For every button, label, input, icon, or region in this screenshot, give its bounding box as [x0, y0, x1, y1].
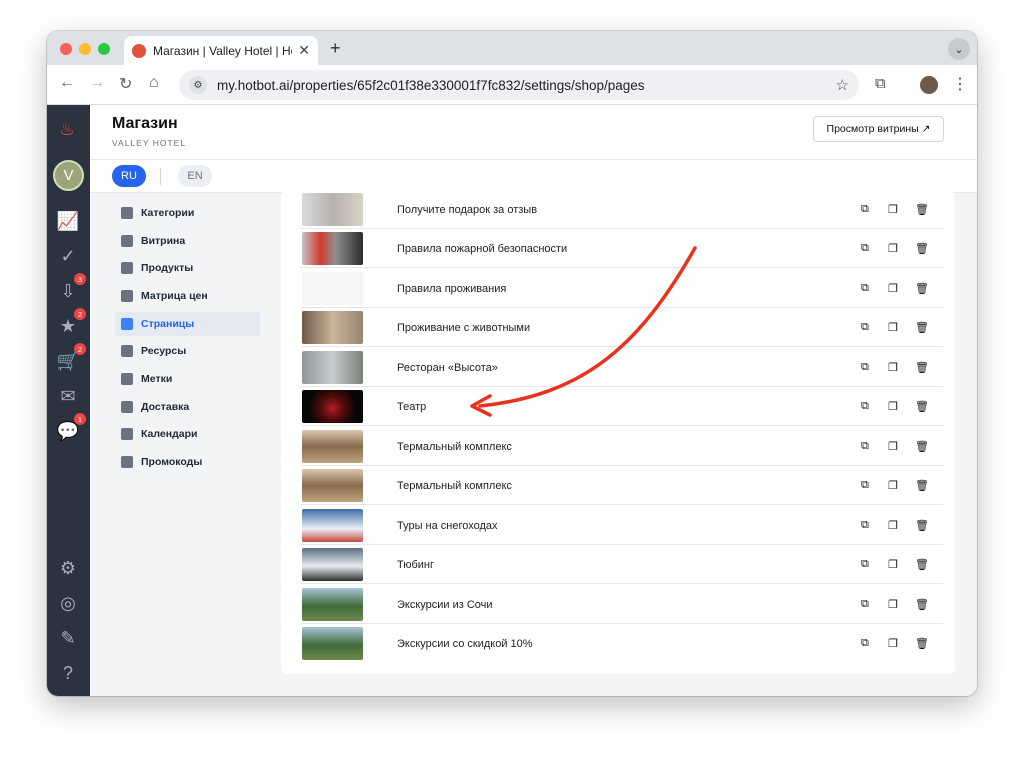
annotation-arrow — [470, 246, 697, 417]
